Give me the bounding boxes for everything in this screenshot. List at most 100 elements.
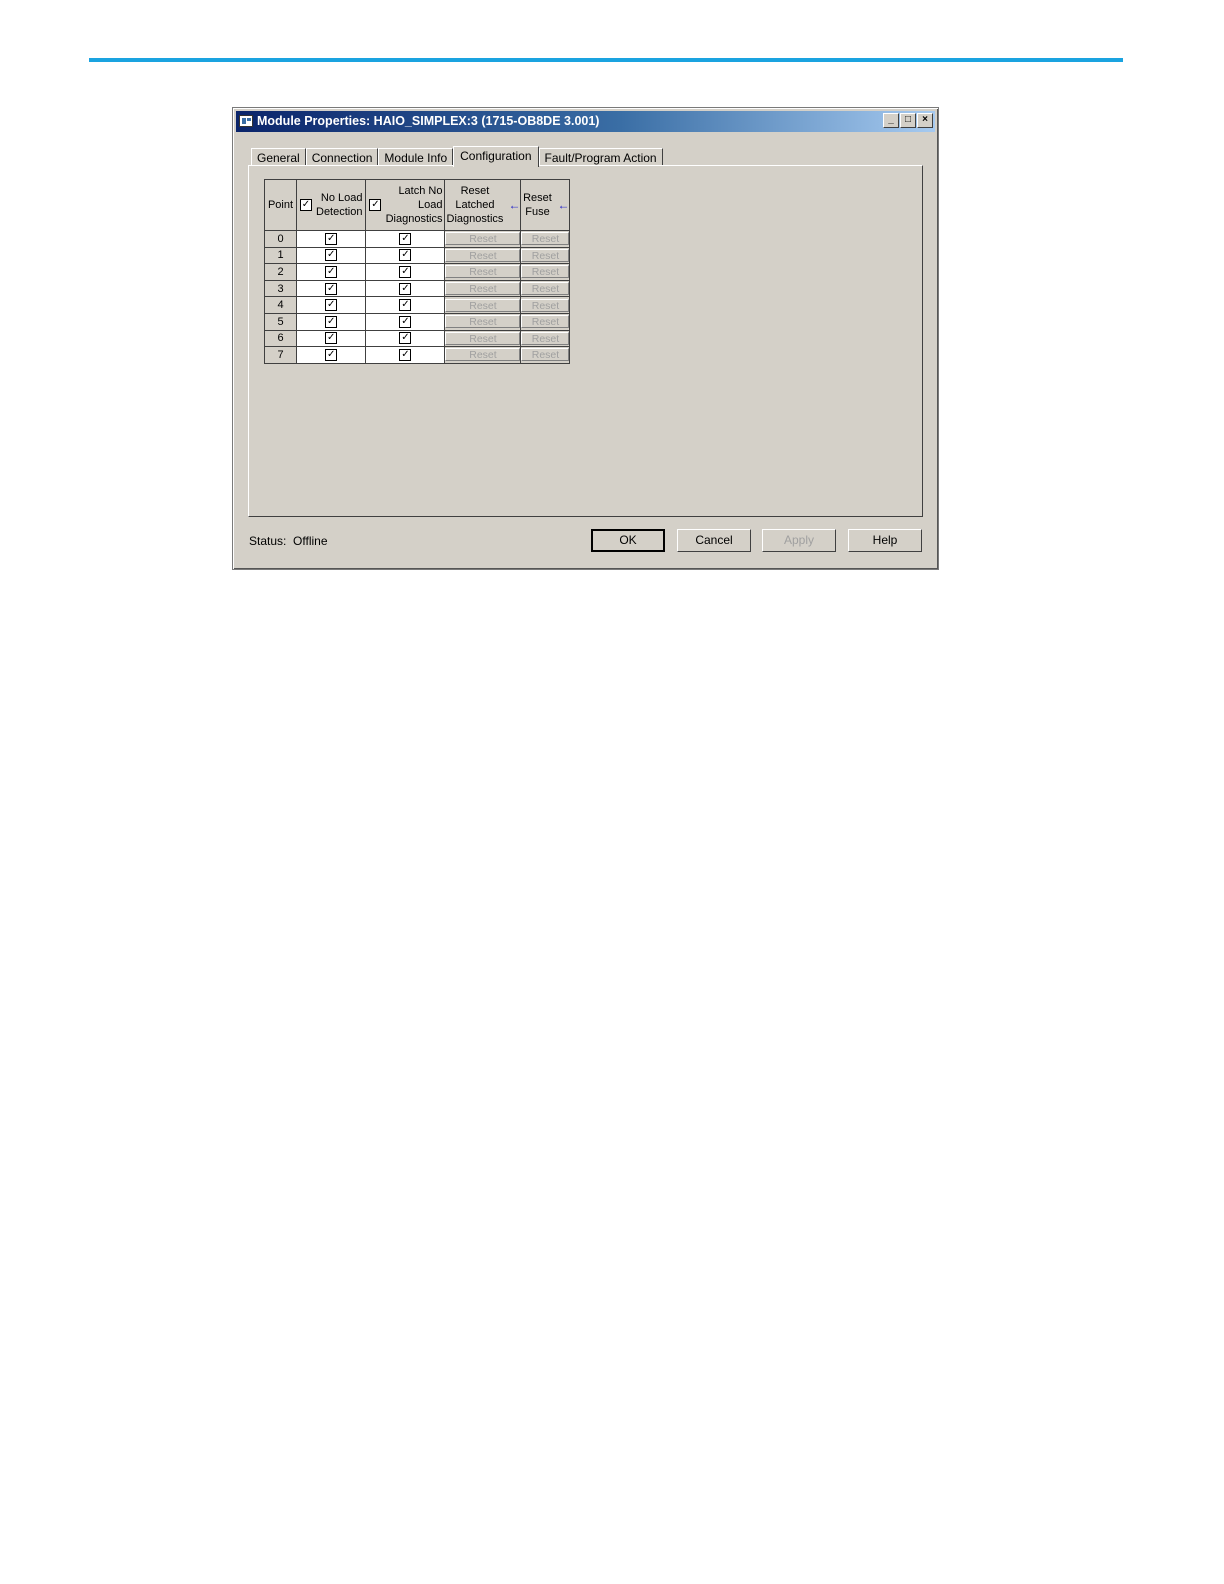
header-no-load-detection: ✓ No Load Detection <box>295 179 367 231</box>
window-title: Module Properties: HAIO_SIMPLEX:3 (1715-… <box>257 114 600 128</box>
page-top-rule <box>89 58 1123 62</box>
reset-fuse-cell: Reset <box>520 296 571 314</box>
table-row: 7 ✓ ✓ Reset Reset <box>264 346 571 364</box>
latch-no-load-checkbox[interactable]: ✓ <box>399 266 412 279</box>
header-latch-no-load-label: Latch No Load Diagnostics <box>385 185 443 225</box>
no-load-detection-checkbox[interactable]: ✓ <box>325 332 338 345</box>
point-cell: 3 <box>264 279 297 298</box>
no-load-detection-cell: ✓ <box>295 230 367 248</box>
latch-no-load-checkbox[interactable]: ✓ <box>399 349 412 361</box>
tab-connection[interactable]: Connection <box>305 148 379 166</box>
no-load-detection-checkbox[interactable]: ✓ <box>325 315 338 328</box>
reset-fuse-button[interactable]: Reset <box>521 265 570 279</box>
reset-latched-cell: Reset <box>444 246 522 265</box>
configuration-table: Point ✓ No Load Detection ✓ Latch No Loa… <box>264 179 571 364</box>
status-text: Status: Offline <box>249 534 328 548</box>
reset-latched-cell: Reset <box>444 346 522 364</box>
tab-general[interactable]: General <box>251 148 306 166</box>
no-load-detection-cell: ✓ <box>295 329 367 348</box>
reset-latched-button[interactable]: Reset <box>445 232 521 246</box>
reset-fuse-button[interactable]: Reset <box>521 331 570 345</box>
point-number: 0 <box>277 232 284 245</box>
reset-latched-button[interactable]: Reset <box>445 298 521 312</box>
reset-fuse-button[interactable]: Reset <box>521 298 570 312</box>
reset-latched-cell: Reset <box>444 279 522 298</box>
no-load-detection-checkbox[interactable]: ✓ <box>325 266 338 279</box>
point-cell: 4 <box>264 296 297 314</box>
table-row: 2 ✓ ✓ Reset Reset <box>264 263 571 281</box>
reset-latched-cell: Reset <box>444 230 522 248</box>
reset-latched-cell: Reset <box>444 263 522 281</box>
ok-button[interactable]: OK <box>591 529 665 552</box>
latch-no-load-checkbox[interactable]: ✓ <box>399 315 412 328</box>
header-no-load-detection-label: No Load Detection <box>316 192 363 218</box>
latch-no-load-cell: ✓ <box>365 230 446 248</box>
no-load-detection-checkbox[interactable]: ✓ <box>325 249 338 262</box>
apply-button[interactable]: Apply <box>762 529 836 552</box>
header-latch-no-load: ✓ Latch No Load Diagnostics <box>365 179 446 231</box>
status-label: Status: <box>249 534 287 548</box>
latch-no-load-cell: ✓ <box>365 279 446 298</box>
header-reset-latched-label: Reset Latched Diagnostics <box>446 185 504 225</box>
header-reset-latched[interactable]: Reset Latched Diagnostics ← <box>444 179 522 231</box>
latch-no-load-cell: ✓ <box>365 312 446 331</box>
reset-fuse-cell: Reset <box>520 279 571 298</box>
header-point: Point <box>264 179 297 231</box>
reset-latched-button[interactable]: Reset <box>445 282 521 296</box>
no-load-detection-checkbox[interactable]: ✓ <box>325 299 338 312</box>
tab-configuration[interactable]: Configuration <box>453 146 539 167</box>
no-load-detection-checkbox[interactable]: ✓ <box>325 349 338 361</box>
latch-no-load-cell: ✓ <box>365 329 446 348</box>
reset-fuse-button[interactable]: Reset <box>521 282 570 296</box>
latch-no-load-checkbox[interactable]: ✓ <box>399 232 412 245</box>
reset-latched-button[interactable]: Reset <box>445 315 521 329</box>
cancel-button[interactable]: Cancel <box>677 529 751 552</box>
reset-fuse-button[interactable]: Reset <box>521 348 570 362</box>
select-all-latch-checkbox[interactable]: ✓ <box>369 199 382 211</box>
reset-latched-cell: Reset <box>444 296 522 314</box>
table-row: 5 ✓ ✓ Reset Reset <box>264 312 571 331</box>
no-load-detection-cell: ✓ <box>295 296 367 314</box>
reset-latched-button[interactable]: Reset <box>445 348 521 362</box>
maximize-icon[interactable]: □ <box>900 113 916 128</box>
reset-fuse-cell: Reset <box>520 312 571 331</box>
header-reset-fuse-label: Reset Fuse <box>523 192 552 218</box>
latch-no-load-checkbox[interactable]: ✓ <box>399 282 412 295</box>
latch-no-load-checkbox[interactable]: ✓ <box>399 249 412 262</box>
close-icon[interactable]: × <box>917 113 933 128</box>
reset-fuse-button[interactable]: Reset <box>521 315 570 329</box>
table-row: 6 ✓ ✓ Reset Reset <box>264 329 571 348</box>
reset-latched-button[interactable]: Reset <box>445 265 521 279</box>
select-all-no-load-checkbox[interactable]: ✓ <box>300 199 312 211</box>
header-reset-fuse[interactable]: Reset Fuse ← <box>520 179 571 231</box>
latch-no-load-checkbox[interactable]: ✓ <box>399 332 412 345</box>
point-number: 5 <box>277 315 284 328</box>
status-value: Offline <box>293 534 328 548</box>
arrow-left-icon: ← <box>557 198 570 212</box>
no-load-detection-checkbox[interactable]: ✓ <box>325 232 338 245</box>
reset-fuse-cell: Reset <box>520 329 571 348</box>
help-button[interactable]: Help <box>848 529 922 552</box>
reset-latched-button[interactable]: Reset <box>445 248 521 262</box>
point-number: 4 <box>277 299 284 312</box>
point-number: 2 <box>277 265 284 278</box>
tab-fault-program-action[interactable]: Fault/Program Action <box>538 148 663 166</box>
title-bar[interactable]: Module Properties: HAIO_SIMPLEX:3 (1715-… <box>236 111 935 132</box>
reset-fuse-cell: Reset <box>520 263 571 281</box>
reset-latched-button[interactable]: Reset <box>445 331 521 345</box>
latch-no-load-cell: ✓ <box>365 296 446 314</box>
no-load-detection-cell: ✓ <box>295 279 367 298</box>
no-load-detection-checkbox[interactable]: ✓ <box>325 282 338 295</box>
tab-module-info[interactable]: Module Info <box>378 148 454 166</box>
point-cell: 2 <box>264 263 297 281</box>
no-load-detection-cell: ✓ <box>295 312 367 331</box>
reset-fuse-cell: Reset <box>520 346 571 364</box>
arrow-left-icon: ← <box>508 198 521 212</box>
point-number: 1 <box>277 249 284 262</box>
latch-no-load-checkbox[interactable]: ✓ <box>399 299 412 312</box>
table-row: 4 ✓ ✓ Reset Reset <box>264 296 571 314</box>
point-number: 7 <box>277 348 284 361</box>
reset-fuse-button[interactable]: Reset <box>521 248 570 262</box>
reset-fuse-button[interactable]: Reset <box>521 232 570 246</box>
minimize-icon[interactable]: _ <box>883 113 899 128</box>
